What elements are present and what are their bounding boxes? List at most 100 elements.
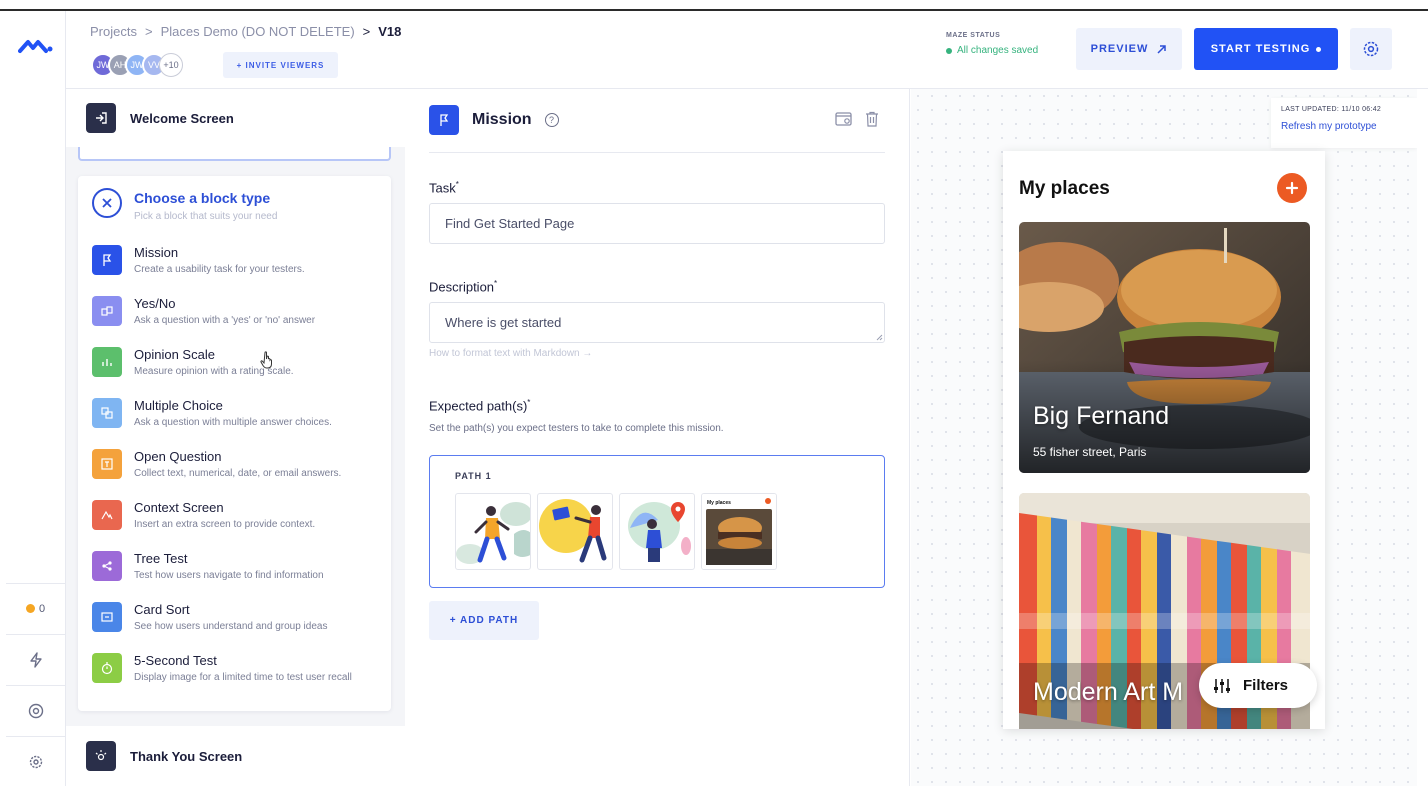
task-label: Task*	[429, 180, 459, 196]
checklist-icon	[92, 398, 122, 428]
screen-title: My places	[1019, 178, 1110, 199]
page-margin	[1417, 89, 1428, 786]
dot-icon	[1316, 46, 1322, 52]
gear-icon	[1363, 41, 1379, 57]
thank-you-screen-label: Thank You Screen	[130, 748, 243, 764]
block-type-name: Card Sort	[134, 602, 190, 617]
top-header: Projects > Places Demo (DO NOT DELETE) >…	[66, 11, 1428, 89]
resize-handle-icon[interactable]	[876, 334, 883, 341]
block-type-open-question[interactable]: Open Question Collect text, numerical, da…	[92, 449, 382, 481]
block-type-five-second-test[interactable]: 5-Second Test Display image for a limited…	[92, 653, 382, 685]
notification-dot-icon	[25, 604, 35, 613]
avatar-overflow-count: +10	[159, 53, 183, 77]
picker-header: Choose a block type Pick a block that su…	[92, 188, 277, 222]
sparkle-icon	[86, 741, 116, 771]
mission-header: Mission ?	[429, 105, 559, 135]
welcome-screen-block[interactable]: Welcome Screen	[66, 89, 405, 147]
place-card[interactable]: Big Fernand 55 fisher street, Paris	[1019, 222, 1310, 473]
block-type-name: Yes/No	[134, 296, 176, 311]
text-icon	[92, 449, 122, 479]
maze-status-label: MAZE STATUS	[946, 32, 1001, 39]
block-type-mission[interactable]: Mission Create a usability task for your …	[92, 245, 382, 277]
block-type-multiple-choice[interactable]: Multiple Choice Ask a question with multi…	[92, 398, 382, 430]
sliders-icon	[1214, 678, 1230, 693]
settings-rail-button[interactable]	[6, 736, 65, 786]
add-path-button[interactable]: + ADD PATH	[429, 601, 539, 640]
chevron-right-icon: >	[144, 24, 153, 39]
block-type-desc: Ask a question with multiple answer choi…	[134, 417, 332, 428]
prototype-phone-screen[interactable]: My places Big Fernand 55 fisher street, …	[1003, 151, 1325, 729]
path-screen-thumbnail[interactable]: My places	[701, 493, 777, 570]
block-type-desc: Insert an extra screen to provide contex…	[134, 519, 316, 530]
block-type-name: 5-Second Test	[134, 653, 217, 668]
block-type-picker: Choose a block type Pick a block that su…	[78, 176, 391, 711]
block-type-name: Open Question	[134, 449, 222, 464]
description-label: Description*	[429, 279, 498, 295]
refresh-prototype-link[interactable]: Refresh my prototype	[1281, 121, 1407, 132]
preview-button[interactable]: PREVIEW	[1076, 28, 1182, 70]
block-type-desc: Test how users navigate to find informat…	[134, 570, 324, 581]
path-name: PATH 1	[455, 471, 492, 481]
block-type-desc: See how users understand and group ideas	[134, 621, 328, 632]
scale-icon	[92, 347, 122, 377]
task-label-text: Task	[429, 180, 456, 196]
block-type-context-screen[interactable]: Context Screen Insert an extra screen to …	[92, 500, 382, 532]
block-type-tree-test[interactable]: Tree Test Test how users navigate to find…	[92, 551, 382, 583]
breadcrumb-project[interactable]: Places Demo (DO NOT DELETE)	[161, 24, 355, 39]
mountain-icon	[92, 500, 122, 530]
block-type-desc: Collect text, numerical, date, or email …	[134, 468, 342, 479]
thumbs-icon	[92, 296, 122, 326]
notification-count: 0	[38, 602, 46, 615]
filters-button[interactable]: Filters	[1199, 663, 1317, 708]
markdown-help-link[interactable]: How to format text with Markdown →	[429, 348, 592, 359]
help-button[interactable]	[6, 685, 65, 735]
enter-icon	[86, 103, 116, 133]
add-place-button[interactable]	[1277, 173, 1307, 203]
mission-title: Mission	[472, 111, 532, 128]
path-screen-thumbnail[interactable]	[619, 493, 695, 570]
path-screen-thumbnail[interactable]	[537, 493, 613, 570]
last-updated-label: LAST UPDATED: 11/10 06:42	[1281, 106, 1382, 113]
tree-icon	[92, 551, 122, 581]
settings-button[interactable]	[1350, 28, 1392, 70]
hand-cursor-icon	[260, 351, 272, 369]
block-type-opinion-scale[interactable]: Opinion Scale Measure opinion with a rati…	[92, 347, 382, 379]
start-testing-button[interactable]: START TESTING	[1194, 28, 1338, 70]
burger-photo	[1019, 222, 1310, 473]
gear-icon	[29, 755, 42, 768]
path-screen-thumbnail[interactable]	[455, 493, 531, 570]
notifications-button[interactable]: 0	[6, 583, 65, 633]
breadcrumb-version[interactable]: V18	[378, 24, 401, 39]
invite-viewers-button[interactable]: + INVITE VIEWERS	[223, 52, 338, 78]
prototype-canvas: LAST UPDATED: 11/10 06:42 Refresh my pro…	[911, 89, 1417, 786]
paths-label-text: Expected path(s)	[429, 398, 528, 414]
page-margin	[0, 786, 1428, 798]
breadcrumb-projects[interactable]: Projects	[90, 24, 137, 39]
viewer-avatars[interactable]: JW AH JW VV +10	[91, 53, 183, 77]
welcome-screen-label: Welcome Screen	[130, 110, 234, 126]
maze-status-value: All changes saved	[946, 45, 1038, 56]
lifebuoy-icon	[28, 703, 43, 718]
paths-hint: Set the path(s) you expect testers to ta…	[429, 423, 724, 434]
integrations-button[interactable]	[6, 634, 65, 684]
task-input[interactable]: Find Get Started Page	[429, 203, 885, 244]
preview-block-icon[interactable]	[835, 111, 853, 127]
description-textarea[interactable]: Where is get started	[429, 302, 885, 343]
mission-editor: Mission ? Task* Find Get Started Page De…	[405, 89, 910, 786]
lightning-icon	[29, 651, 42, 668]
place-name: Modern Art M	[1033, 678, 1184, 706]
last-updated-panel: LAST UPDATED: 11/10 06:42 Refresh my pro…	[1271, 98, 1417, 148]
timer-icon	[92, 653, 122, 683]
help-icon[interactable]: ?	[544, 113, 559, 127]
cards-icon	[92, 602, 122, 632]
close-icon[interactable]	[92, 188, 122, 218]
block-type-name: Mission	[134, 245, 179, 260]
picker-title: Choose a block type	[134, 190, 271, 206]
path-card[interactable]: PATH 1 My places	[429, 455, 885, 588]
block-type-card-sort[interactable]: Card Sort See how users understand and gr…	[92, 602, 382, 634]
maze-logo-icon[interactable]	[18, 37, 54, 55]
block-type-yes-no[interactable]: Yes/No Ask a question with a 'yes' or 'no…	[92, 296, 382, 328]
thank-you-screen-block[interactable]: Thank You Screen	[66, 726, 405, 786]
paths-label: Expected path(s)*	[429, 398, 531, 414]
trash-icon[interactable]	[865, 111, 879, 127]
